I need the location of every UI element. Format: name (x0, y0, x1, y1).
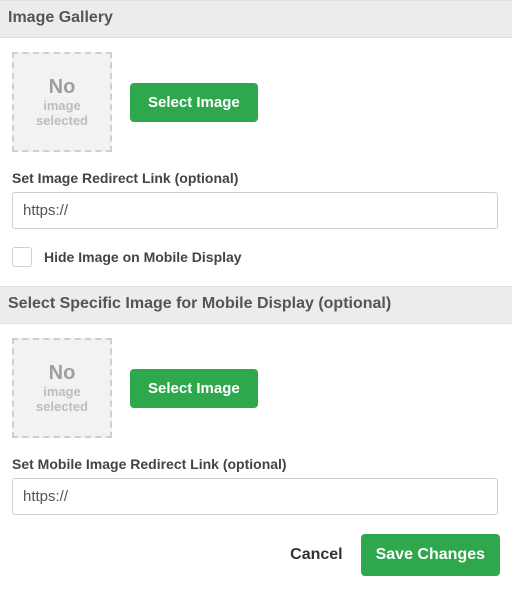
section-header-gallery: Image Gallery (0, 0, 512, 38)
redirect-link-label: Set Image Redirect Link (optional) (12, 170, 500, 186)
mobile-redirect-link-label: Set Mobile Image Redirect Link (optional… (12, 456, 500, 472)
placeholder-mobile-line1: No (49, 362, 76, 385)
placeholder-mobile-line2: image (43, 385, 81, 400)
select-mobile-image-button[interactable]: Select Image (130, 369, 258, 408)
mobile-image-placeholder: No image selected (12, 338, 112, 438)
section-header-mobile: Select Specific Image for Mobile Display… (0, 286, 512, 324)
select-image-button[interactable]: Select Image (130, 83, 258, 122)
placeholder-line1: No (49, 76, 76, 99)
cancel-button[interactable]: Cancel (290, 546, 342, 564)
save-changes-button[interactable]: Save Changes (361, 534, 500, 576)
section-body-mobile: No image selected Select Image Set Mobil… (0, 324, 512, 530)
redirect-link-input[interactable] (12, 192, 498, 229)
placeholder-line2: image (43, 99, 81, 114)
hide-on-mobile-checkbox[interactable] (12, 247, 32, 267)
mobile-redirect-link-input[interactable] (12, 478, 498, 515)
hide-on-mobile-label: Hide Image on Mobile Display (44, 249, 242, 265)
placeholder-line3: selected (36, 114, 88, 129)
image-placeholder: No image selected (12, 52, 112, 152)
placeholder-mobile-line3: selected (36, 400, 88, 415)
dialog-footer: Cancel Save Changes (0, 530, 512, 596)
section-body-gallery: No image selected Select Image Set Image… (0, 38, 512, 286)
